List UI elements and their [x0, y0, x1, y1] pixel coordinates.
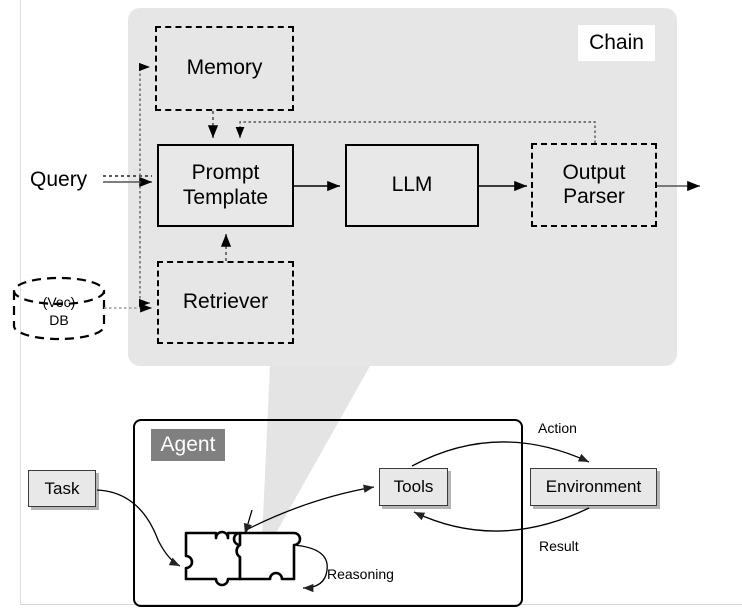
edge-branch-to-retriever — [138, 176, 150, 308]
edge-funnel-to-reasoning — [243, 509, 253, 535]
diagram-canvas: Chain Memory Prompt Template Retriever L… — [0, 0, 742, 615]
puzzle-pieces-icon — [184, 530, 302, 587]
edge-task-to-reasoning — [96, 489, 181, 567]
edge-environment-to-tools-result — [413, 507, 590, 532]
edge-reasoning-self-loop — [292, 544, 328, 593]
vector-db-cylinder-icon — [12, 276, 106, 341]
edge-output-parser-feedback — [235, 121, 596, 143]
connector-layer — [12, 62, 700, 593]
edge-tools-to-environment-action — [411, 441, 590, 467]
edge-reasoning-to-tools — [247, 484, 375, 530]
edge-branch-to-memory — [138, 62, 150, 176]
